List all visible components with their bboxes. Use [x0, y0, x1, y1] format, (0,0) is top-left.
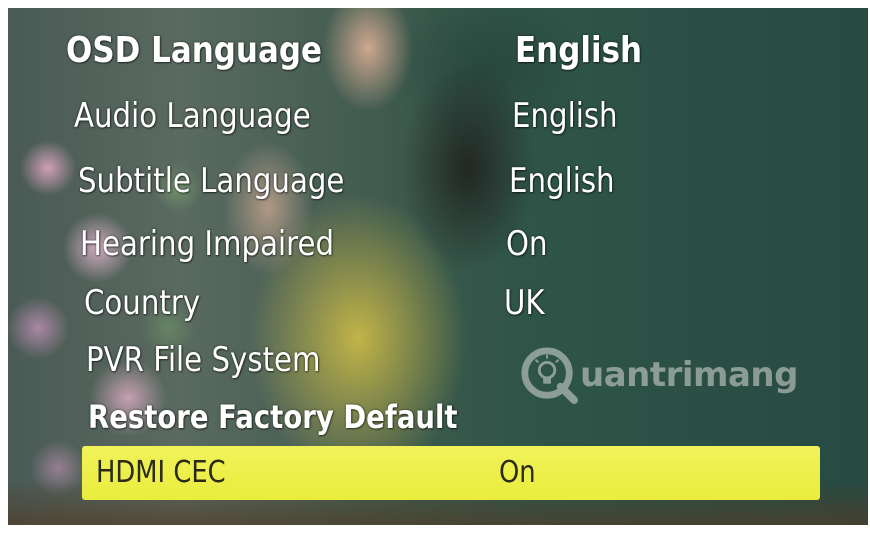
menu-item-hdmi-cec[interactable]: HDMI CEC On	[82, 446, 820, 500]
menu-item-value: On	[499, 455, 536, 490]
lightbulb-q-logo-icon	[521, 347, 578, 404]
menu-item-value: English	[509, 161, 615, 201]
menu-item-label: OSD Language	[66, 30, 323, 71]
menu-item-value: UK	[504, 283, 545, 323]
menu-item-value: English	[515, 30, 643, 71]
menu-item-label: Country	[84, 283, 201, 323]
menu-item-label: Hearing Impaired	[80, 224, 335, 264]
watermark-text: uantrimang	[580, 355, 798, 395]
menu-item-label: Restore Factory Default	[88, 398, 458, 436]
menu-item-label: HDMI CEC	[96, 455, 226, 490]
menu-item-value: On	[506, 224, 548, 264]
watermark: uantrimang	[520, 340, 798, 410]
menu-item-value: English	[512, 96, 618, 136]
menu-item-label: Audio Language	[74, 96, 311, 136]
menu-item-label: Subtitle Language	[78, 161, 345, 201]
menu-item-label: PVR File System	[86, 340, 321, 380]
tv-screen: uantrimang OSD Language English Audio La…	[8, 8, 868, 525]
